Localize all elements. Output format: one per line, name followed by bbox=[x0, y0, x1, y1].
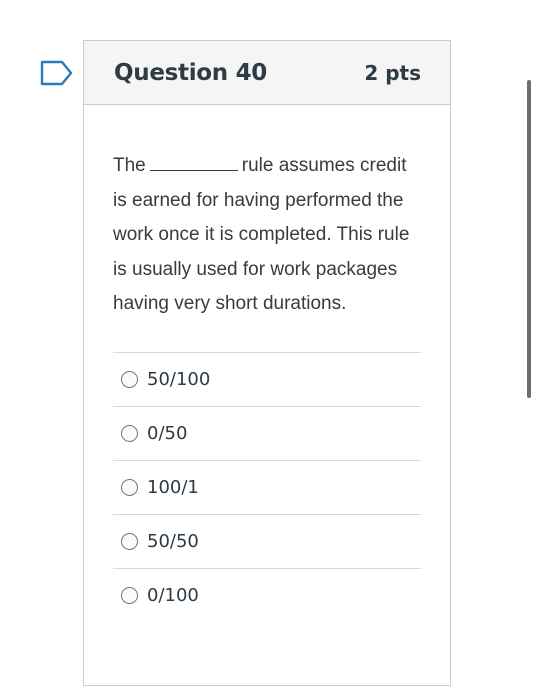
answer-label: 0/100 bbox=[147, 584, 199, 606]
radio-button[interactable] bbox=[121, 370, 138, 388]
answer-option[interactable]: 0/50 bbox=[113, 407, 421, 461]
answer-option[interactable]: 100/1 bbox=[113, 461, 421, 515]
radio-button[interactable] bbox=[121, 532, 138, 550]
question-text-start: The bbox=[113, 155, 146, 176]
question-text-rest: rule assumes credit is earned for having… bbox=[113, 155, 410, 314]
radio-button[interactable] bbox=[121, 424, 138, 442]
vertical-scrollbar[interactable] bbox=[527, 80, 531, 398]
answer-list: 50/100 0/50 100/1 50/50 0/100 bbox=[113, 351, 421, 622]
quiz-page: Question 40 2 pts The rule assumes credit… bbox=[0, 0, 536, 700]
question-text: The rule assumes credit is earned for hav… bbox=[113, 149, 421, 322]
radio-button[interactable] bbox=[121, 586, 138, 604]
radio-button[interactable] bbox=[121, 478, 138, 496]
bookmark-flag-icon[interactable] bbox=[40, 60, 74, 86]
answer-option[interactable]: 50/50 bbox=[113, 515, 421, 569]
question-title: Question 40 bbox=[114, 59, 267, 86]
answer-option[interactable]: 0/100 bbox=[113, 569, 421, 622]
question-card: Question 40 2 pts The rule assumes credit… bbox=[83, 40, 451, 686]
answer-label: 50/100 bbox=[147, 368, 211, 390]
answer-label: 100/1 bbox=[147, 476, 199, 498]
question-header: Question 40 2 pts bbox=[84, 41, 450, 105]
question-body: The rule assumes credit is earned for hav… bbox=[84, 105, 450, 622]
answer-label: 0/50 bbox=[147, 422, 188, 444]
answer-option[interactable]: 50/100 bbox=[113, 353, 421, 407]
answer-label: 50/50 bbox=[147, 530, 199, 552]
question-points: 2 pts bbox=[364, 60, 421, 85]
fill-in-blank bbox=[149, 156, 238, 171]
